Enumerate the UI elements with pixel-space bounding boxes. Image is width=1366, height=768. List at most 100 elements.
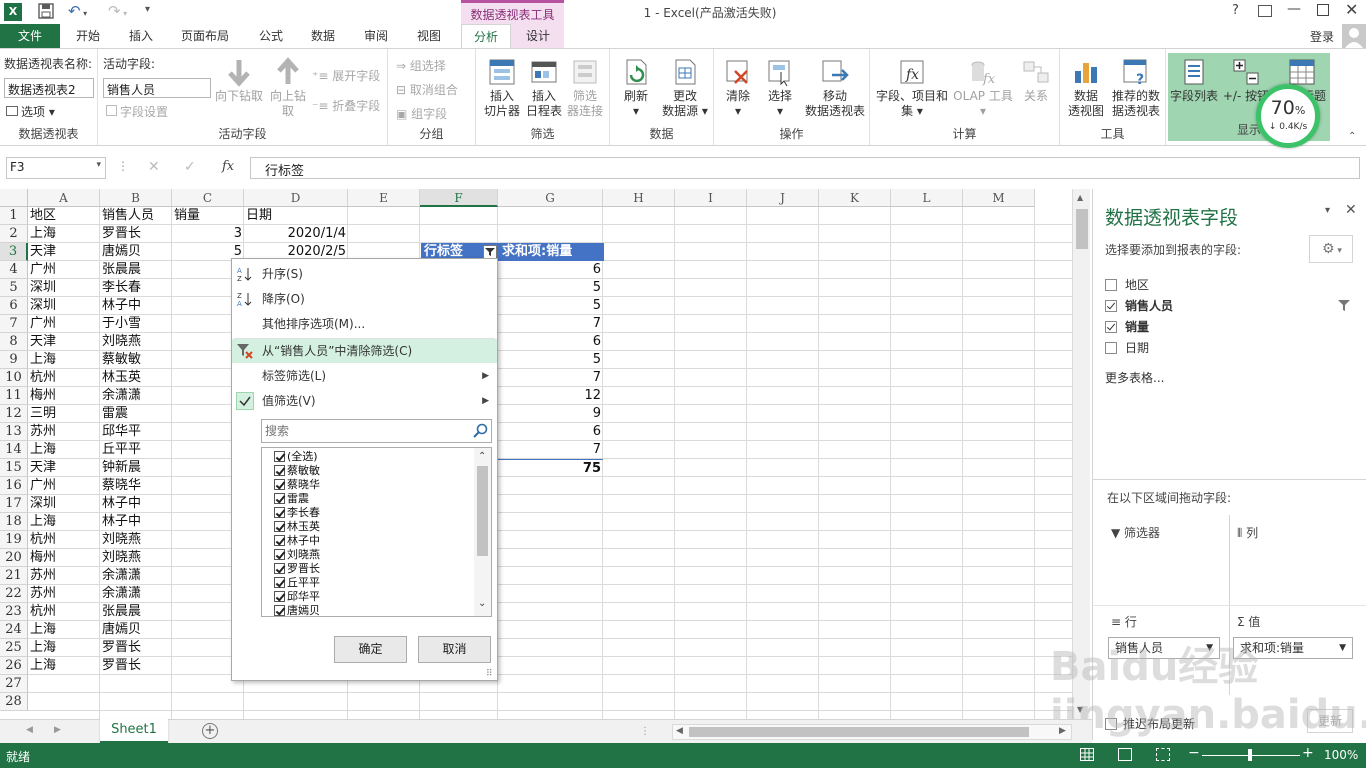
pivot-name-input[interactable]: 数据透视表2 — [4, 78, 94, 98]
olap-tools-button[interactable]: fx OLAP 工具 ▾ — [952, 57, 1014, 119]
filter-value-item[interactable]: 蔡晓华 — [262, 478, 472, 492]
zoom-out-icon[interactable]: − — [1188, 745, 1200, 761]
pivot-value-cell[interactable]: 6 — [498, 333, 603, 351]
row-header-9[interactable]: 9 — [0, 351, 28, 369]
salesperson-cell[interactable]: 蔡晓华 — [100, 477, 172, 495]
checkbox-checked-icon[interactable] — [274, 577, 285, 588]
row-header-7[interactable]: 7 — [0, 315, 28, 333]
salesperson-cell[interactable]: 丘平平 — [100, 441, 172, 459]
checkbox-checked-icon[interactable] — [274, 591, 285, 602]
region-cell[interactable]: 广州 — [28, 477, 100, 495]
tab-home[interactable]: 开始 — [64, 24, 112, 48]
filter-value-item[interactable]: 罗晋长 — [262, 562, 472, 576]
tab-analyze[interactable]: 分析 — [461, 24, 511, 48]
ungroup-button[interactable]: ⊟ 取消组合 — [396, 81, 458, 98]
change-data-source-button[interactable]: 更改 数据源 ▾ — [658, 57, 712, 119]
row-header-23[interactable]: 23 — [0, 603, 28, 621]
region-cell[interactable]: 上海 — [28, 441, 100, 459]
more-tables-link[interactable]: 更多表格... — [1105, 369, 1164, 386]
checkbox-checked-icon[interactable] — [274, 549, 285, 560]
filter-value-item[interactable]: 林玉英 — [262, 520, 472, 534]
row-header-19[interactable]: 19 — [0, 531, 28, 549]
checkbox-checked-icon[interactable] — [274, 605, 285, 616]
salesperson-cell[interactable]: 林子中 — [100, 513, 172, 531]
checkbox-checked-icon[interactable] — [1105, 321, 1117, 333]
header-cell[interactable]: 销售人员 — [100, 207, 172, 225]
checkbox-checked-icon[interactable] — [1105, 300, 1117, 312]
relationships-button[interactable]: 关系 — [1016, 57, 1056, 104]
column-header-h[interactable]: H — [603, 189, 675, 207]
filter-connections-button[interactable]: 筛选 器连接 — [564, 57, 606, 119]
formula-input[interactable]: 行标签 — [250, 157, 1360, 179]
column-header-c[interactable]: C — [172, 189, 244, 207]
horizontal-scroll-thumb[interactable] — [689, 727, 1029, 737]
region-cell[interactable]: 上海 — [28, 225, 100, 243]
row-header-22[interactable]: 22 — [0, 585, 28, 603]
avatar[interactable] — [1342, 24, 1366, 48]
page-layout-view-icon[interactable] — [1118, 748, 1132, 761]
worksheet-grid[interactable]: ABCDEFGHIJKLM 1 2 3 4 5 6 7 8 9 10 11 12 13 14 15 16 17 1… — [0, 189, 1072, 719]
tab-formulas[interactable]: 公式 — [248, 24, 294, 48]
salesperson-cell[interactable]: 罗晋长 — [100, 225, 172, 243]
drill-down-button[interactable]: 向下钻取 — [214, 57, 264, 104]
salesperson-cell[interactable]: 唐嫣贝 — [100, 243, 172, 261]
checkbox-checked-icon[interactable] — [274, 521, 285, 532]
ok-button[interactable]: 确定 — [334, 636, 407, 663]
insert-slicer-button[interactable]: 插入 切片器 — [480, 57, 524, 119]
cancel-button[interactable]: 取消 — [418, 636, 491, 663]
list-scrollbar[interactable]: ⌃ ⌄ — [474, 448, 491, 616]
undo-icon[interactable]: ↶ ▾ — [68, 2, 87, 20]
ribbon-display-icon[interactable] — [1258, 5, 1272, 17]
collapse-ribbon-icon[interactable]: ⌃ — [1348, 131, 1356, 142]
checkbox-checked-icon[interactable] — [274, 507, 285, 518]
sort-descending-item[interactable]: Z A 降序(O) — [232, 287, 497, 311]
filter-value-item[interactable]: 蔡敏敏 — [262, 464, 472, 478]
region-cell[interactable]: 三明 — [28, 405, 100, 423]
region-cell[interactable]: 天津 — [28, 333, 100, 351]
search-input[interactable] — [262, 420, 467, 442]
salesperson-cell[interactable]: 余潇潇 — [100, 585, 172, 603]
row-header-25[interactable]: 25 — [0, 639, 28, 657]
row-header-8[interactable]: 8 — [0, 333, 28, 351]
salesperson-cell[interactable]: 余潇潇 — [100, 387, 172, 405]
filter-value-item[interactable]: 雷震 — [262, 492, 472, 506]
list-scroll-thumb[interactable] — [477, 466, 488, 556]
row-header-3[interactable]: 3 — [0, 243, 28, 261]
pivot-value-cell[interactable]: 6 — [498, 261, 603, 279]
region-cell[interactable]: 苏州 — [28, 423, 100, 441]
sales-cell[interactable]: 3 — [172, 225, 244, 243]
region-cell[interactable]: 深圳 — [28, 279, 100, 297]
sheet-tab-sheet1[interactable]: Sheet1 — [100, 719, 168, 743]
pivot-value-cell[interactable]: 7 — [498, 315, 603, 333]
tab-design[interactable]: 设计 — [514, 24, 562, 48]
region-cell[interactable]: 上海 — [28, 351, 100, 369]
row-header-27[interactable]: 27 — [0, 675, 28, 693]
row-header-20[interactable]: 20 — [0, 549, 28, 567]
row-header-10[interactable]: 10 — [0, 369, 28, 387]
select-all-corner[interactable] — [0, 189, 28, 207]
checkbox-checked-icon[interactable] — [274, 563, 285, 574]
insert-timeline-button[interactable]: 插入 日程表 — [524, 57, 564, 119]
region-cell[interactable]: 深圳 — [28, 297, 100, 315]
name-box[interactable]: F3 ▾ — [6, 157, 106, 179]
group-selection-button[interactable]: ⇒ 组选择 — [396, 57, 446, 74]
tab-view[interactable]: 视图 — [406, 24, 452, 48]
zoom-in-icon[interactable]: + — [1302, 745, 1314, 761]
fields-items-sets-button[interactable]: fx 字段、项目和集 ▾ — [874, 57, 950, 119]
row-header-21[interactable]: 21 — [0, 567, 28, 585]
region-cell[interactable]: 上海 — [28, 621, 100, 639]
column-header-a[interactable]: A — [28, 189, 100, 207]
checkbox-checked-icon[interactable] — [274, 465, 285, 476]
region-cell[interactable]: 梅州 — [28, 387, 100, 405]
region-cell[interactable]: 广州 — [28, 261, 100, 279]
horizontal-scrollbar[interactable]: ◀ ▶ — [672, 724, 1072, 740]
region-cell[interactable]: 天津 — [28, 243, 100, 261]
column-header-i[interactable]: I — [675, 189, 747, 207]
resize-grip-icon[interactable]: ⠿ — [486, 669, 493, 679]
insert-function-button[interactable]: fx — [222, 159, 234, 174]
column-header-e[interactable]: E — [348, 189, 420, 207]
pivot-chart-button[interactable]: 数据 透视图 — [1066, 57, 1106, 119]
filter-value-item[interactable]: 林子中 — [262, 534, 472, 548]
checkbox-icon[interactable] — [1105, 279, 1117, 291]
region-cell[interactable]: 苏州 — [28, 585, 100, 603]
